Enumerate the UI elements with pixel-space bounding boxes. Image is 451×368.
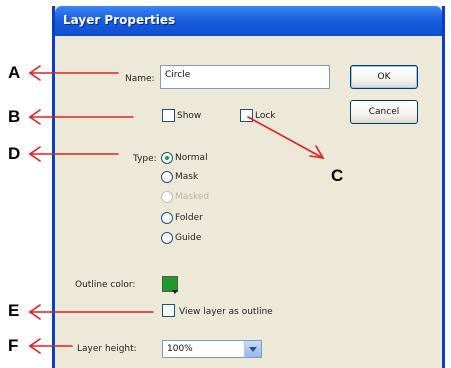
callout-d: D [8,144,21,163]
callout-e: E [8,301,20,320]
callout-b: B [8,107,21,126]
callout-f: F [8,336,19,355]
annotation-arrows [28,65,325,354]
callout-a: A [8,63,21,82]
callout-c: C [331,166,344,185]
arrow-c [247,116,324,159]
